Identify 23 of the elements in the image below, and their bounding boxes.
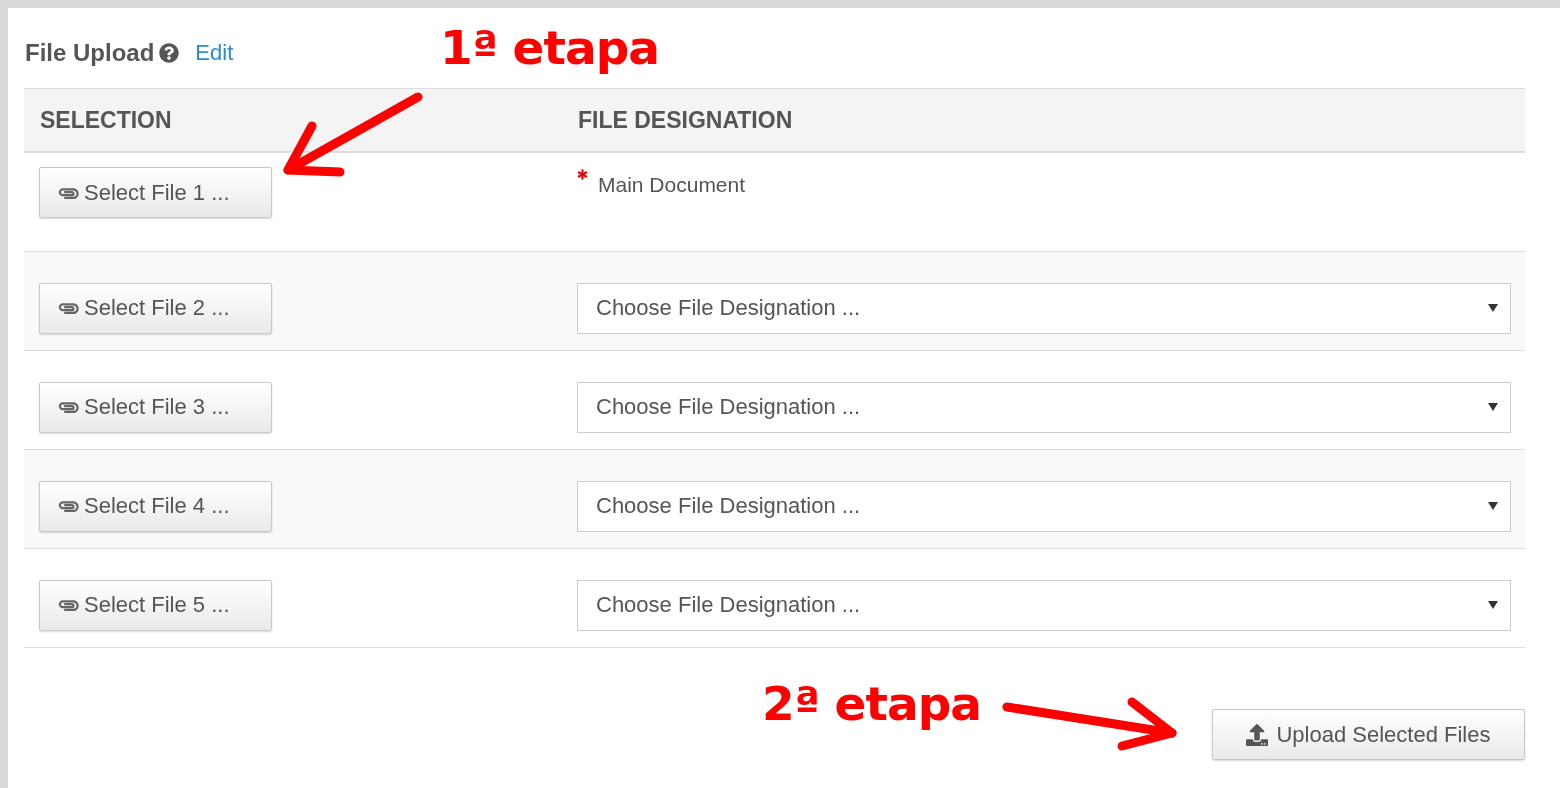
upload-button[interactable]: Upload Selected Files: [1212, 709, 1525, 760]
caret-icon: [1488, 502, 1498, 510]
upload-icon: [1246, 723, 1269, 746]
caret-icon: [1488, 601, 1498, 609]
help-icon[interactable]: [159, 43, 180, 63]
annotation-label: 2ª etapa: [762, 676, 981, 731]
designation-select[interactable]: Choose File Designation ...: [577, 381, 1511, 433]
select-file-button[interactable]: Select File 1 ...: [39, 167, 272, 218]
designation-label: Main Document: [598, 173, 746, 197]
designation-select[interactable]: Choose File Designation ...: [577, 480, 1511, 532]
column-header: FILE DESIGNATION: [577, 106, 793, 134]
edit-link[interactable]: Edit: [195, 40, 234, 66]
annotation-label: 1ª etapa: [440, 20, 659, 75]
caret-icon: [1488, 403, 1498, 411]
select-file-button[interactable]: Select File 5 ...: [39, 579, 272, 631]
designation-select[interactable]: Choose File Designation ...: [577, 579, 1511, 631]
caret-icon: [1488, 304, 1498, 312]
select-file-button[interactable]: Select File 3 ...: [39, 381, 272, 433]
designation-select[interactable]: Choose File Designation ...: [577, 282, 1511, 334]
select-file-button[interactable]: Select File 2 ...: [39, 282, 272, 334]
column-header: SELECTION: [39, 106, 172, 134]
select-file-button[interactable]: Select File 4 ...: [39, 480, 272, 532]
panel-title: File Upload: [25, 39, 155, 67]
